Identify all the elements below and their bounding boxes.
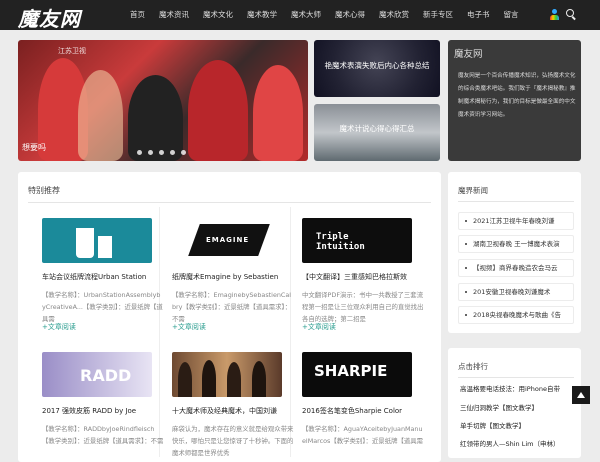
read-more-link[interactable]: +文章阅读 <box>302 322 336 332</box>
article-title[interactable]: 十大魔术师及经典魔术，中国刘谦 <box>172 406 294 416</box>
back-to-top-button[interactable] <box>572 386 590 404</box>
article-excerpt: 【教学名称】：EmaginebySebastienCalbry【教学类别】：近景… <box>172 291 292 323</box>
section-title: 特别推荐 <box>28 186 60 195</box>
news-item[interactable]: 201安徽卫视春晚刘谦魔术 <box>458 283 574 301</box>
news-item[interactable]: 2021江苏卫视牛年春晚刘谦 <box>458 212 574 230</box>
news-item[interactable]: 湖南卫视春晚 王一博魔术表演 <box>458 235 574 253</box>
read-more-link[interactable]: +文章阅读 <box>42 322 76 332</box>
featured-post-2[interactable]: 魔术计说心得心得汇总 <box>314 104 440 161</box>
thumbnail-text: EMAGINE <box>206 236 250 244</box>
featured-post-1[interactable]: 艳魔术表演失败后内心各种总结 <box>314 40 440 97</box>
article-title[interactable]: 【中文翻译】三重感知巴格拉斯效 <box>302 272 424 282</box>
article-excerpt: 【教学名称】：RADDbyJoeRindfleisch【教学类别】：近景纸牌【道… <box>42 425 164 445</box>
article-excerpt: 【教学名称】：AguaYAceitebyJuanManuelMarcos【教学类… <box>302 425 424 445</box>
search-icon[interactable] <box>566 9 577 20</box>
thumbnail-text: RADD <box>80 366 132 385</box>
news-item[interactable]: 【视频】商界春晚造农会马云 <box>458 259 574 277</box>
about-panel: 魔友网 魔友网是一个百合传播魔术知识，弘扬魔术文化的综合类魔术吧站。我们致于『魔… <box>448 40 581 191</box>
featured-title-1: 艳魔术表演失败后内心各种总结 <box>324 61 430 70</box>
nav-magic-masters[interactable]: 魔术大师 <box>284 0 328 30</box>
about-text: 魔友网是一个百合传播魔术知识，弘扬魔术文化的综合类魔术吧站。我们致于『魔术揭秘教… <box>458 73 576 118</box>
slider-dot[interactable] <box>148 150 153 155</box>
article-thumbnail[interactable]: RADD <box>42 352 152 397</box>
thumbnail-text: SHARPIE <box>314 362 388 380</box>
article-excerpt: 麻袋认为，魔术存在的意义就是给观众带来快乐，哪怕只是让您惊讶了十秒钟。下面的魔术… <box>172 425 294 457</box>
divider <box>458 201 574 202</box>
nav-magic-news[interactable]: 魔术资讯 <box>152 0 196 30</box>
read-more-link[interactable]: +文章阅读 <box>172 322 206 332</box>
rank-item[interactable]: 单手切牌【图文教学】 <box>460 419 574 433</box>
slide-channel-tag: 江苏卫视 <box>58 47 86 55</box>
divider <box>28 202 431 203</box>
article-thumbnail[interactable] <box>172 352 282 397</box>
top-navbar: 魔友网 首页 魔术资讯 魔术文化 魔术教学 魔术大师 魔术心得 魔术欣赏 新手专… <box>0 0 600 32</box>
arrow-up-icon <box>577 392 585 398</box>
magic-news-panel: 魔界新闻 2021江苏卫视牛年春晚刘谦 湖南卫视春晚 王一博魔术表演 【视频】商… <box>448 172 581 333</box>
article-excerpt: 【教学名称】：UrbanStationAssemblybyCreativeA..… <box>42 291 163 323</box>
thumbnail-text: Triple Intuition <box>316 232 365 252</box>
article-thumbnail[interactable] <box>42 218 152 263</box>
divider <box>458 377 574 378</box>
nav-magic-teaching[interactable]: 魔术教学 <box>240 0 284 30</box>
nav-home[interactable]: 首页 <box>124 0 152 30</box>
section-title: 魔界新闻 <box>458 186 488 195</box>
slide-caption: 想要吗 <box>22 143 46 152</box>
article-thumbnail[interactable]: EMAGINE <box>172 218 282 263</box>
slider-dot[interactable] <box>170 150 175 155</box>
nav-magic-culture[interactable]: 魔术文化 <box>196 0 240 30</box>
click-ranking-panel: 点击排行 高温格要电话技法：用iPhone自带 三仙归洞教学【图文教学】 单手切… <box>448 348 581 458</box>
slider-dots <box>137 150 186 155</box>
article-title[interactable]: 纸牌魔术Emagine by Sebastien <box>172 272 294 282</box>
slider-dot[interactable] <box>181 150 186 155</box>
article-thumbnail[interactable]: Triple Intuition <box>302 218 412 263</box>
article-excerpt: 中文翻译PDF演示：书中一共教授了三套流程第一招是让三位观众利用自己的直觉找出各… <box>302 291 424 323</box>
hero-slider[interactable]: 江苏卫视 <box>18 40 308 161</box>
nav-magic-insights[interactable]: 魔术心得 <box>328 0 372 30</box>
article-title[interactable]: 2016签名笔变色Sharpie Color <box>302 406 424 416</box>
article-thumbnail[interactable]: SHARPIE <box>302 352 412 397</box>
user-icon[interactable] <box>549 9 559 21</box>
nav-magic-appreciation[interactable]: 魔术欣赏 <box>372 0 416 30</box>
divider <box>159 207 160 457</box>
nav-beginners[interactable]: 新手专区 <box>416 0 460 30</box>
main-nav: 首页 魔术资讯 魔术文化 魔术教学 魔术大师 魔术心得 魔术欣赏 新手专区 电子… <box>124 0 526 30</box>
about-title: 魔友网 <box>454 49 483 60</box>
nav-guestbook[interactable]: 留言 <box>497 0 526 30</box>
news-item[interactable]: 2018央视春晚魔术与歌曲《告 <box>458 306 574 324</box>
article-title[interactable]: 2017 强效皮筋 RADD by Joe <box>42 406 164 416</box>
slider-dot[interactable] <box>159 150 164 155</box>
rank-item[interactable]: 红领带的男人—Shin Lim（申林） <box>460 437 574 451</box>
featured-title-2: 魔术计说心得心得汇总 <box>339 124 415 133</box>
site-logo[interactable]: 魔友网 <box>18 3 81 32</box>
nav-ebooks[interactable]: 电子书 <box>460 0 497 30</box>
slider-dot[interactable] <box>137 150 142 155</box>
rank-item[interactable]: 高温格要电话技法：用iPhone自带 <box>460 382 574 396</box>
rank-item[interactable]: 三仙归洞教学【图文教学】 <box>460 401 574 415</box>
section-title: 点击排行 <box>458 362 488 371</box>
special-recommend-panel: 特别推荐 车站会议纸牌流程Urban Station 【教学名称】：UrbanS… <box>18 172 441 462</box>
divider <box>290 207 291 457</box>
article-title[interactable]: 车站会议纸牌流程Urban Station <box>42 272 164 282</box>
